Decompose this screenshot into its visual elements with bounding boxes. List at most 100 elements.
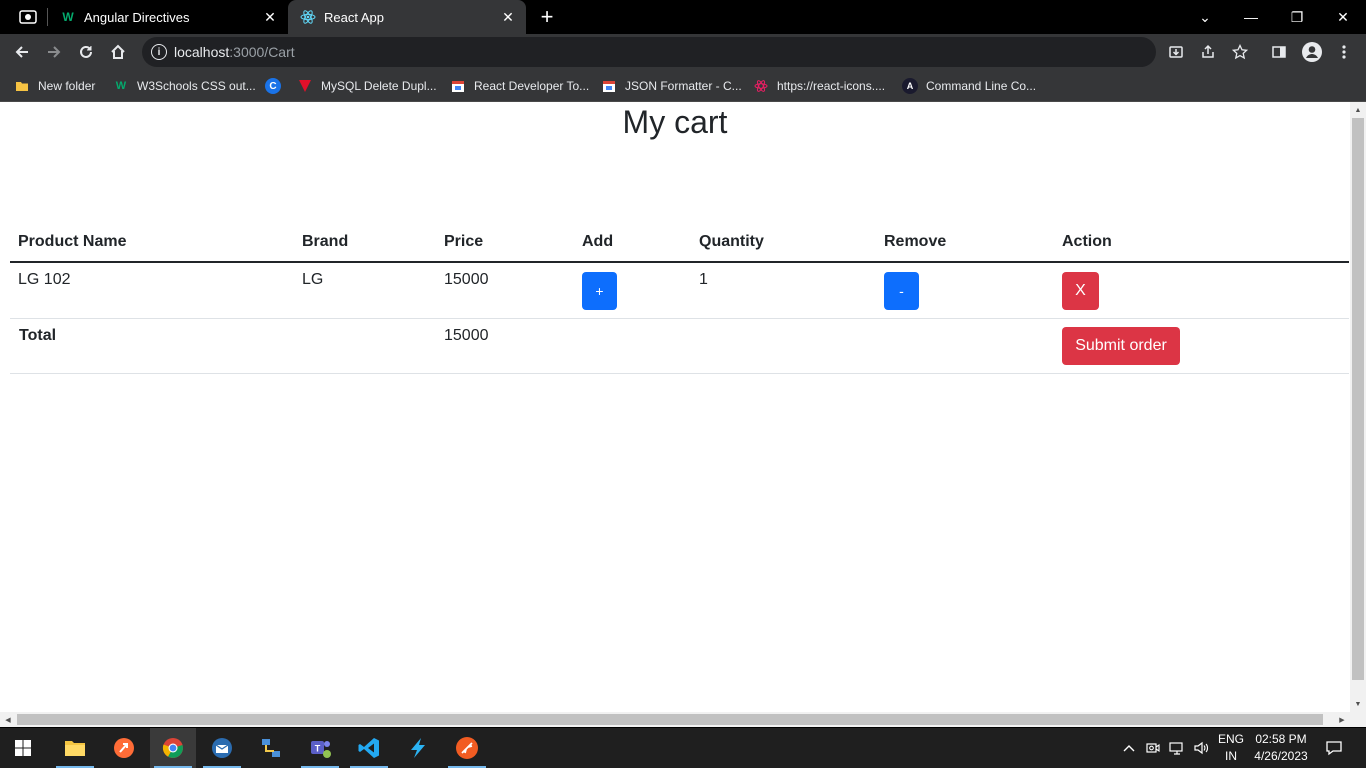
teams-icon[interactable]: T [297, 728, 343, 768]
clock-date: 4/26/2023 [1254, 749, 1308, 763]
feather-app-icon[interactable] [444, 728, 490, 768]
react-icons-icon [753, 78, 769, 94]
close-tab-icon[interactable]: ✕ [258, 5, 282, 29]
postman-icon[interactable] [101, 728, 147, 768]
scroll-up-arrow-icon[interactable]: ▲ [1350, 102, 1366, 118]
bookmark-label: W3Schools CSS out... [137, 79, 256, 93]
bookmark-label: New folder [38, 79, 96, 93]
notification-center-icon[interactable] [1318, 728, 1350, 768]
red-v-icon [297, 78, 313, 94]
mail-app-icon[interactable] [199, 728, 245, 768]
webcam-tray-icon[interactable] [1144, 728, 1162, 768]
bookmark-command-line[interactable]: A Command Line Co... [902, 75, 1036, 97]
volume-tray-icon[interactable] [1190, 728, 1212, 768]
url-path: :3000/Cart [229, 44, 295, 60]
profile-avatar-icon[interactable] [1300, 40, 1324, 64]
cell-price: 15000 [436, 262, 574, 319]
total-empty-cell [574, 318, 691, 374]
bookmark-react-icons[interactable]: https://react-icons.... [753, 75, 885, 97]
network-tool-icon[interactable] [248, 728, 294, 768]
horizontal-scroll-thumb[interactable] [17, 714, 1323, 725]
table-row: LG 102 LG 15000 + 1 - X [10, 262, 1349, 319]
vertical-scrollbar[interactable]: ▲ ▼ [1350, 102, 1366, 712]
language-code: ENG [1217, 732, 1244, 746]
w3schools-icon: W [115, 80, 127, 92]
chrome-web-store-icon [601, 78, 617, 94]
reload-icon[interactable] [72, 38, 100, 66]
chrome-menu-icon[interactable] [1332, 40, 1356, 64]
total-empty-cell [691, 318, 876, 374]
decrease-quantity-button[interactable]: - [884, 272, 919, 310]
install-app-icon[interactable] [1164, 40, 1188, 64]
close-window-button[interactable]: ✕ [1320, 0, 1366, 34]
bookmark-react-devtools[interactable]: React Developer To... [450, 75, 589, 97]
bookmark-label: React Developer To... [474, 79, 590, 93]
lightning-app-icon[interactable] [395, 728, 441, 768]
share-icon[interactable] [1196, 40, 1220, 64]
chrome-taskbar-icon[interactable] [150, 728, 196, 768]
bookmark-mysql[interactable]: MySQL Delete Dupl... [297, 75, 437, 97]
back-arrow-icon[interactable] [8, 38, 36, 66]
bookmark-json-formatter[interactable]: JSON Formatter - C... [601, 75, 742, 97]
table-header-row: Product Name Brand Price Add Quantity Re… [10, 222, 1349, 263]
tab-search-chevron-icon[interactable]: ⌄ [1182, 0, 1228, 34]
show-hidden-icons-chevron-icon[interactable] [1120, 728, 1138, 768]
address-bar[interactable]: i localhost :3000/Cart [142, 37, 1156, 67]
tab-search-icon[interactable] [14, 7, 42, 27]
header-brand: Brand [294, 222, 436, 263]
page-title: My cart [622, 104, 728, 140]
clock-time: 02:58 PM [1255, 732, 1307, 746]
header-product-name: Product Name [10, 222, 294, 263]
increase-quantity-button[interactable]: + [582, 272, 617, 310]
tab-title: React App [324, 9, 384, 25]
tab-title: Angular Directives [84, 9, 190, 25]
input-language-indicator[interactable]: ENG IN [1214, 731, 1248, 765]
bookmark-star-icon[interactable] [1228, 40, 1252, 64]
home-icon[interactable] [104, 38, 132, 66]
scroll-down-arrow-icon[interactable]: ▼ [1350, 696, 1366, 712]
forward-arrow-icon[interactable] [40, 38, 68, 66]
network-tray-icon[interactable] [1166, 728, 1188, 768]
w3schools-favicon-icon: W [62, 10, 74, 24]
vertical-scroll-thumb[interactable] [1352, 118, 1364, 680]
url-host: localhost [174, 44, 230, 60]
tab-react-app[interactable]: React App ✕ [288, 0, 526, 34]
file-explorer-icon[interactable] [52, 728, 98, 768]
bookmark-label: MySQL Delete Dupl... [321, 79, 437, 93]
header-quantity: Quantity [691, 222, 876, 263]
windows-start-icon[interactable] [0, 728, 46, 768]
total-label: Total [10, 318, 294, 374]
header-add: Add [574, 222, 691, 263]
delete-item-button[interactable]: X [1062, 272, 1099, 310]
side-panel-icon[interactable] [1267, 40, 1291, 64]
browser-toolbar: i localhost :3000/Cart [0, 34, 1366, 70]
svg-text:T: T [315, 744, 321, 754]
total-row: Total 15000 Submit order [10, 318, 1349, 374]
total-price: 15000 [436, 318, 574, 374]
cell-brand: LG [294, 262, 436, 319]
region-code: IN [1225, 749, 1237, 763]
header-price: Price [436, 222, 574, 263]
scroll-right-arrow-icon[interactable]: ▶ [1334, 712, 1350, 727]
total-empty-cell [876, 318, 1054, 374]
cell-submit: Submit order [1054, 318, 1349, 374]
tab-angular-directives[interactable]: W Angular Directives ✕ [48, 0, 288, 34]
vscode-icon[interactable] [346, 728, 392, 768]
bookmark-label: Command Line Co... [926, 79, 1037, 93]
close-tab-icon[interactable]: ✕ [496, 5, 520, 29]
bookmark-label: https://react-icons.... [777, 79, 886, 93]
bookmark-new-folder[interactable]: New folder [14, 75, 95, 97]
cell-add: + [574, 262, 691, 319]
horizontal-scrollbar[interactable]: ◀ ▶ [0, 712, 1366, 727]
page-viewport: My cart Product Name Brand Price Add Qua… [0, 102, 1350, 712]
scroll-left-arrow-icon[interactable]: ◀ [0, 712, 16, 727]
site-info-icon[interactable]: i [151, 44, 167, 60]
new-tab-button[interactable]: + [535, 4, 559, 29]
bookmark-w3schools[interactable]: W W3Schools CSS out... [113, 75, 256, 97]
minimize-button[interactable]: — [1228, 0, 1274, 34]
taskbar-clock[interactable]: 02:58 PM 4/26/2023 [1250, 731, 1312, 765]
restore-button[interactable]: ❐ [1274, 0, 1320, 34]
submit-order-button[interactable]: Submit order [1062, 327, 1180, 365]
bookmark-chrome-icon-only[interactable]: C [265, 75, 289, 97]
circle-c-icon: C [265, 78, 281, 94]
